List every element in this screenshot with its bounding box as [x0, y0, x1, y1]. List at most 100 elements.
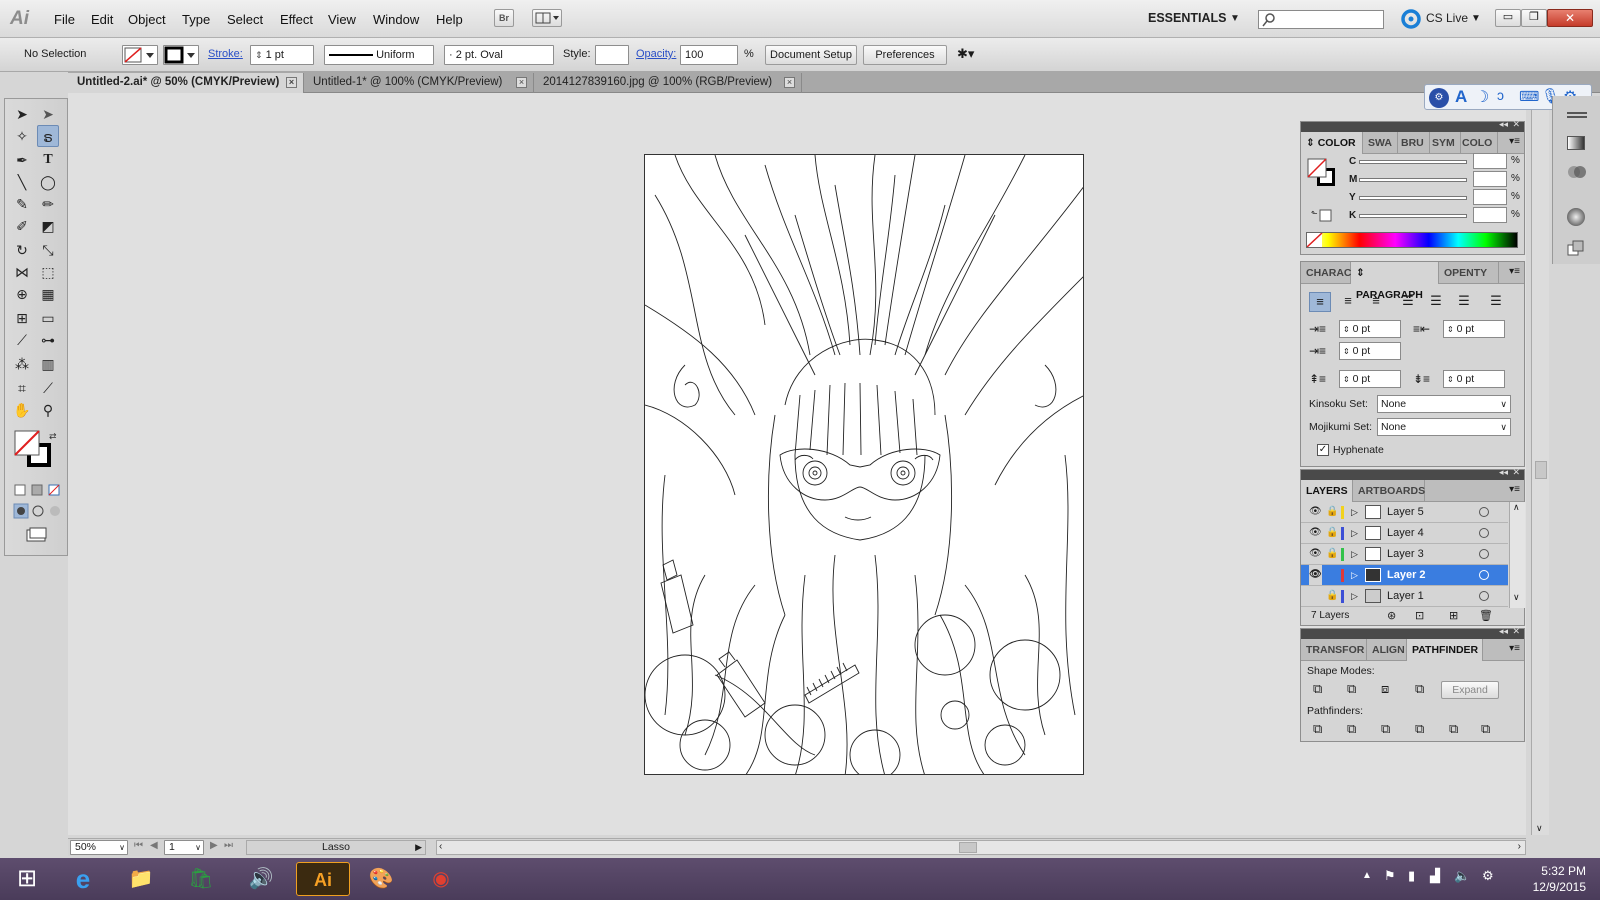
channel-k-slider[interactable] [1359, 214, 1467, 218]
menu-select[interactable]: Select [227, 12, 263, 27]
mesh-tool-icon[interactable]: ⊞ [11, 307, 33, 329]
workspace-switcher[interactable]: ESSENTIALS [1148, 11, 1227, 25]
align-left-icon[interactable]: ≡ [1309, 292, 1331, 312]
variable-width-profile[interactable]: Uniform [324, 45, 434, 65]
line-tool-icon[interactable]: ╲ [11, 171, 33, 193]
outline-icon[interactable]: ⧉ [1449, 721, 1458, 737]
rotate-tool-icon[interactable]: ↻ [11, 239, 33, 261]
ime-globe-icon[interactable]: ⚙ [1429, 88, 1449, 108]
tab-color[interactable]: ⇕ COLOR [1301, 132, 1363, 154]
visibility-eye-icon[interactable]: 👁 [1309, 544, 1322, 564]
expand-triangle-icon[interactable]: ▷ [1351, 502, 1358, 522]
type-tool-icon[interactable]: T [37, 149, 59, 171]
chrome-icon[interactable]: ◉ [414, 862, 468, 896]
zoom-dropdown[interactable]: 50% ∨ [70, 840, 128, 855]
column-graph-tool-icon[interactable]: ▥ [37, 353, 59, 375]
layer-row-1[interactable]: 🔒 ▷ Layer 1 [1301, 586, 1508, 607]
layer-row-5[interactable]: 👁 🔒 ▷ Layer 5 [1301, 502, 1508, 523]
expand-triangle-icon[interactable]: ▷ [1351, 586, 1358, 606]
store-icon[interactable]: 🛍 [174, 862, 228, 896]
new-sublayer-icon[interactable]: ⊞ [1449, 609, 1458, 622]
paintbrush-tool-icon[interactable]: ✎ [11, 193, 33, 215]
blob-brush-tool-icon[interactable]: ✐ [11, 215, 33, 237]
tab-artboards[interactable]: ARTBOARDS [1353, 480, 1425, 502]
justify-right-icon[interactable]: ☰ [1453, 292, 1475, 312]
layer-row-2[interactable]: 👁 ▷ Layer 2 [1301, 565, 1508, 586]
next-page-icon[interactable]: ▶ [210, 840, 218, 851]
opacity-label[interactable]: Opacity: [636, 45, 676, 65]
graphic-styles-panel-icon[interactable] [1567, 240, 1585, 256]
lasso-tool-icon[interactable]: ຣ [37, 125, 59, 147]
channel-y-slider[interactable] [1359, 196, 1467, 200]
target-circle-icon[interactable] [1479, 507, 1489, 517]
tab-symbols[interactable]: SYM [1427, 132, 1461, 154]
width-tool-icon[interactable]: ⋈ [11, 261, 33, 283]
color-spectrum-bar[interactable] [1306, 232, 1518, 248]
menu-view[interactable]: View [328, 12, 356, 27]
eyedropper-tool-icon[interactable]: ⟋ [11, 329, 33, 351]
tab-jpg-image[interactable]: 2014127839160.jpg @ 100% (RGB/Preview) × [534, 73, 802, 93]
page-dropdown[interactable]: 1 ∨ [164, 840, 204, 855]
graphic-style-dropdown[interactable] [595, 45, 629, 65]
symbol-sprayer-tool-icon[interactable]: ⁂ [11, 353, 33, 375]
first-line-indent-field[interactable]: ⇕ 0 pt [1339, 342, 1401, 360]
scale-tool-icon[interactable]: ⤡ [37, 239, 59, 261]
action-center-flag-icon[interactable]: ⚑ [1384, 868, 1396, 884]
clock-date[interactable]: 12/9/2015 [1526, 880, 1586, 894]
mojikumi-dropdown[interactable]: None ∨ [1377, 418, 1511, 436]
scroll-down-icon[interactable]: ∨ [1536, 823, 1543, 834]
kinsoku-dropdown[interactable]: None ∨ [1377, 395, 1511, 413]
appearance-panel-icon[interactable] [1567, 208, 1585, 226]
menu-help[interactable]: Help [436, 12, 463, 27]
stroke-label[interactable]: Stroke: [208, 45, 243, 65]
close-tab-icon[interactable]: × [516, 77, 527, 88]
tab-transform[interactable]: TRANSFOR [1301, 639, 1367, 661]
ime-mode-icon[interactable]: A [1455, 87, 1467, 107]
lock-icon[interactable]: 🔒 [1326, 502, 1338, 522]
tab-untitled-1[interactable]: Untitled-1* @ 100% (CMYK/Preview) × [304, 73, 534, 93]
channel-m-field[interactable] [1473, 171, 1507, 187]
divide-icon[interactable]: ⧉ [1313, 721, 1322, 737]
scroll-right-icon[interactable]: › [1518, 841, 1521, 852]
fill-color-dropdown[interactable] [122, 45, 158, 65]
cs-live-dropdown-icon[interactable]: ▼ [1471, 13, 1481, 24]
internet-explorer-icon[interactable]: e [56, 862, 110, 896]
tab-paragraph[interactable]: ⇕ PARAGRAPH [1351, 262, 1439, 301]
target-circle-icon[interactable] [1479, 591, 1489, 601]
trim-icon[interactable]: ⧉ [1347, 721, 1356, 737]
zoom-tool-icon[interactable]: ⚲ [37, 399, 59, 421]
justify-all-icon[interactable]: ☰ [1485, 292, 1507, 312]
target-circle-icon[interactable] [1479, 570, 1489, 580]
layer-name[interactable]: Layer 1 [1387, 586, 1424, 606]
current-tool-status[interactable]: Lasso ▶ [246, 840, 426, 855]
expand-triangle-icon[interactable]: ▷ [1351, 565, 1358, 585]
minus-back-icon[interactable]: ⧉ [1481, 721, 1490, 737]
layers-scrollbar[interactable]: ∧ ∨ [1509, 502, 1525, 608]
volume-icon[interactable]: 🔈 [1454, 868, 1470, 884]
lock-icon[interactable]: 🔒 [1326, 523, 1338, 543]
channel-m-slider[interactable] [1359, 178, 1467, 182]
tab-swatches[interactable]: SWA [1363, 132, 1398, 154]
pen-tool-icon[interactable]: ✒ [11, 149, 33, 171]
blend-tool-icon[interactable]: ⊶ [37, 329, 59, 351]
menu-edit[interactable]: Edit [91, 12, 113, 27]
show-hidden-icons[interactable]: ▲ [1362, 870, 1372, 881]
vertical-scrollbar[interactable]: ∨ [1531, 93, 1549, 835]
horizontal-scroll-thumb[interactable] [959, 842, 977, 853]
dock-panel-icon-1[interactable] [1567, 112, 1587, 118]
horizontal-scrollbar[interactable]: ‹ › [436, 840, 1526, 855]
right-indent-field[interactable]: ⇕ 0 pt [1443, 320, 1505, 338]
target-circle-icon[interactable] [1479, 528, 1489, 538]
tab-untitled-2[interactable]: Untitled-2.ai* @ 50% (CMYK/Preview) × [68, 73, 304, 93]
expand-button[interactable]: Expand [1441, 681, 1499, 699]
visibility-eye-icon[interactable]: 👁 [1309, 565, 1322, 585]
selection-tool-icon[interactable]: ➤ [11, 103, 33, 125]
visibility-eye-icon[interactable]: 👁 [1309, 502, 1322, 522]
slice-tool-icon[interactable]: ⟋ [37, 377, 59, 399]
direct-selection-tool-icon[interactable]: ➤ [37, 103, 59, 125]
scroll-down-icon[interactable]: ∨ [1513, 592, 1520, 603]
delete-layer-icon[interactable]: 🗑 [1479, 609, 1493, 622]
fill-stroke-swatches[interactable]: ⇄ [13, 429, 59, 475]
merge-icon[interactable]: ⧉ [1381, 721, 1390, 737]
ime-tray-icon[interactable]: ⚙ [1482, 868, 1494, 884]
